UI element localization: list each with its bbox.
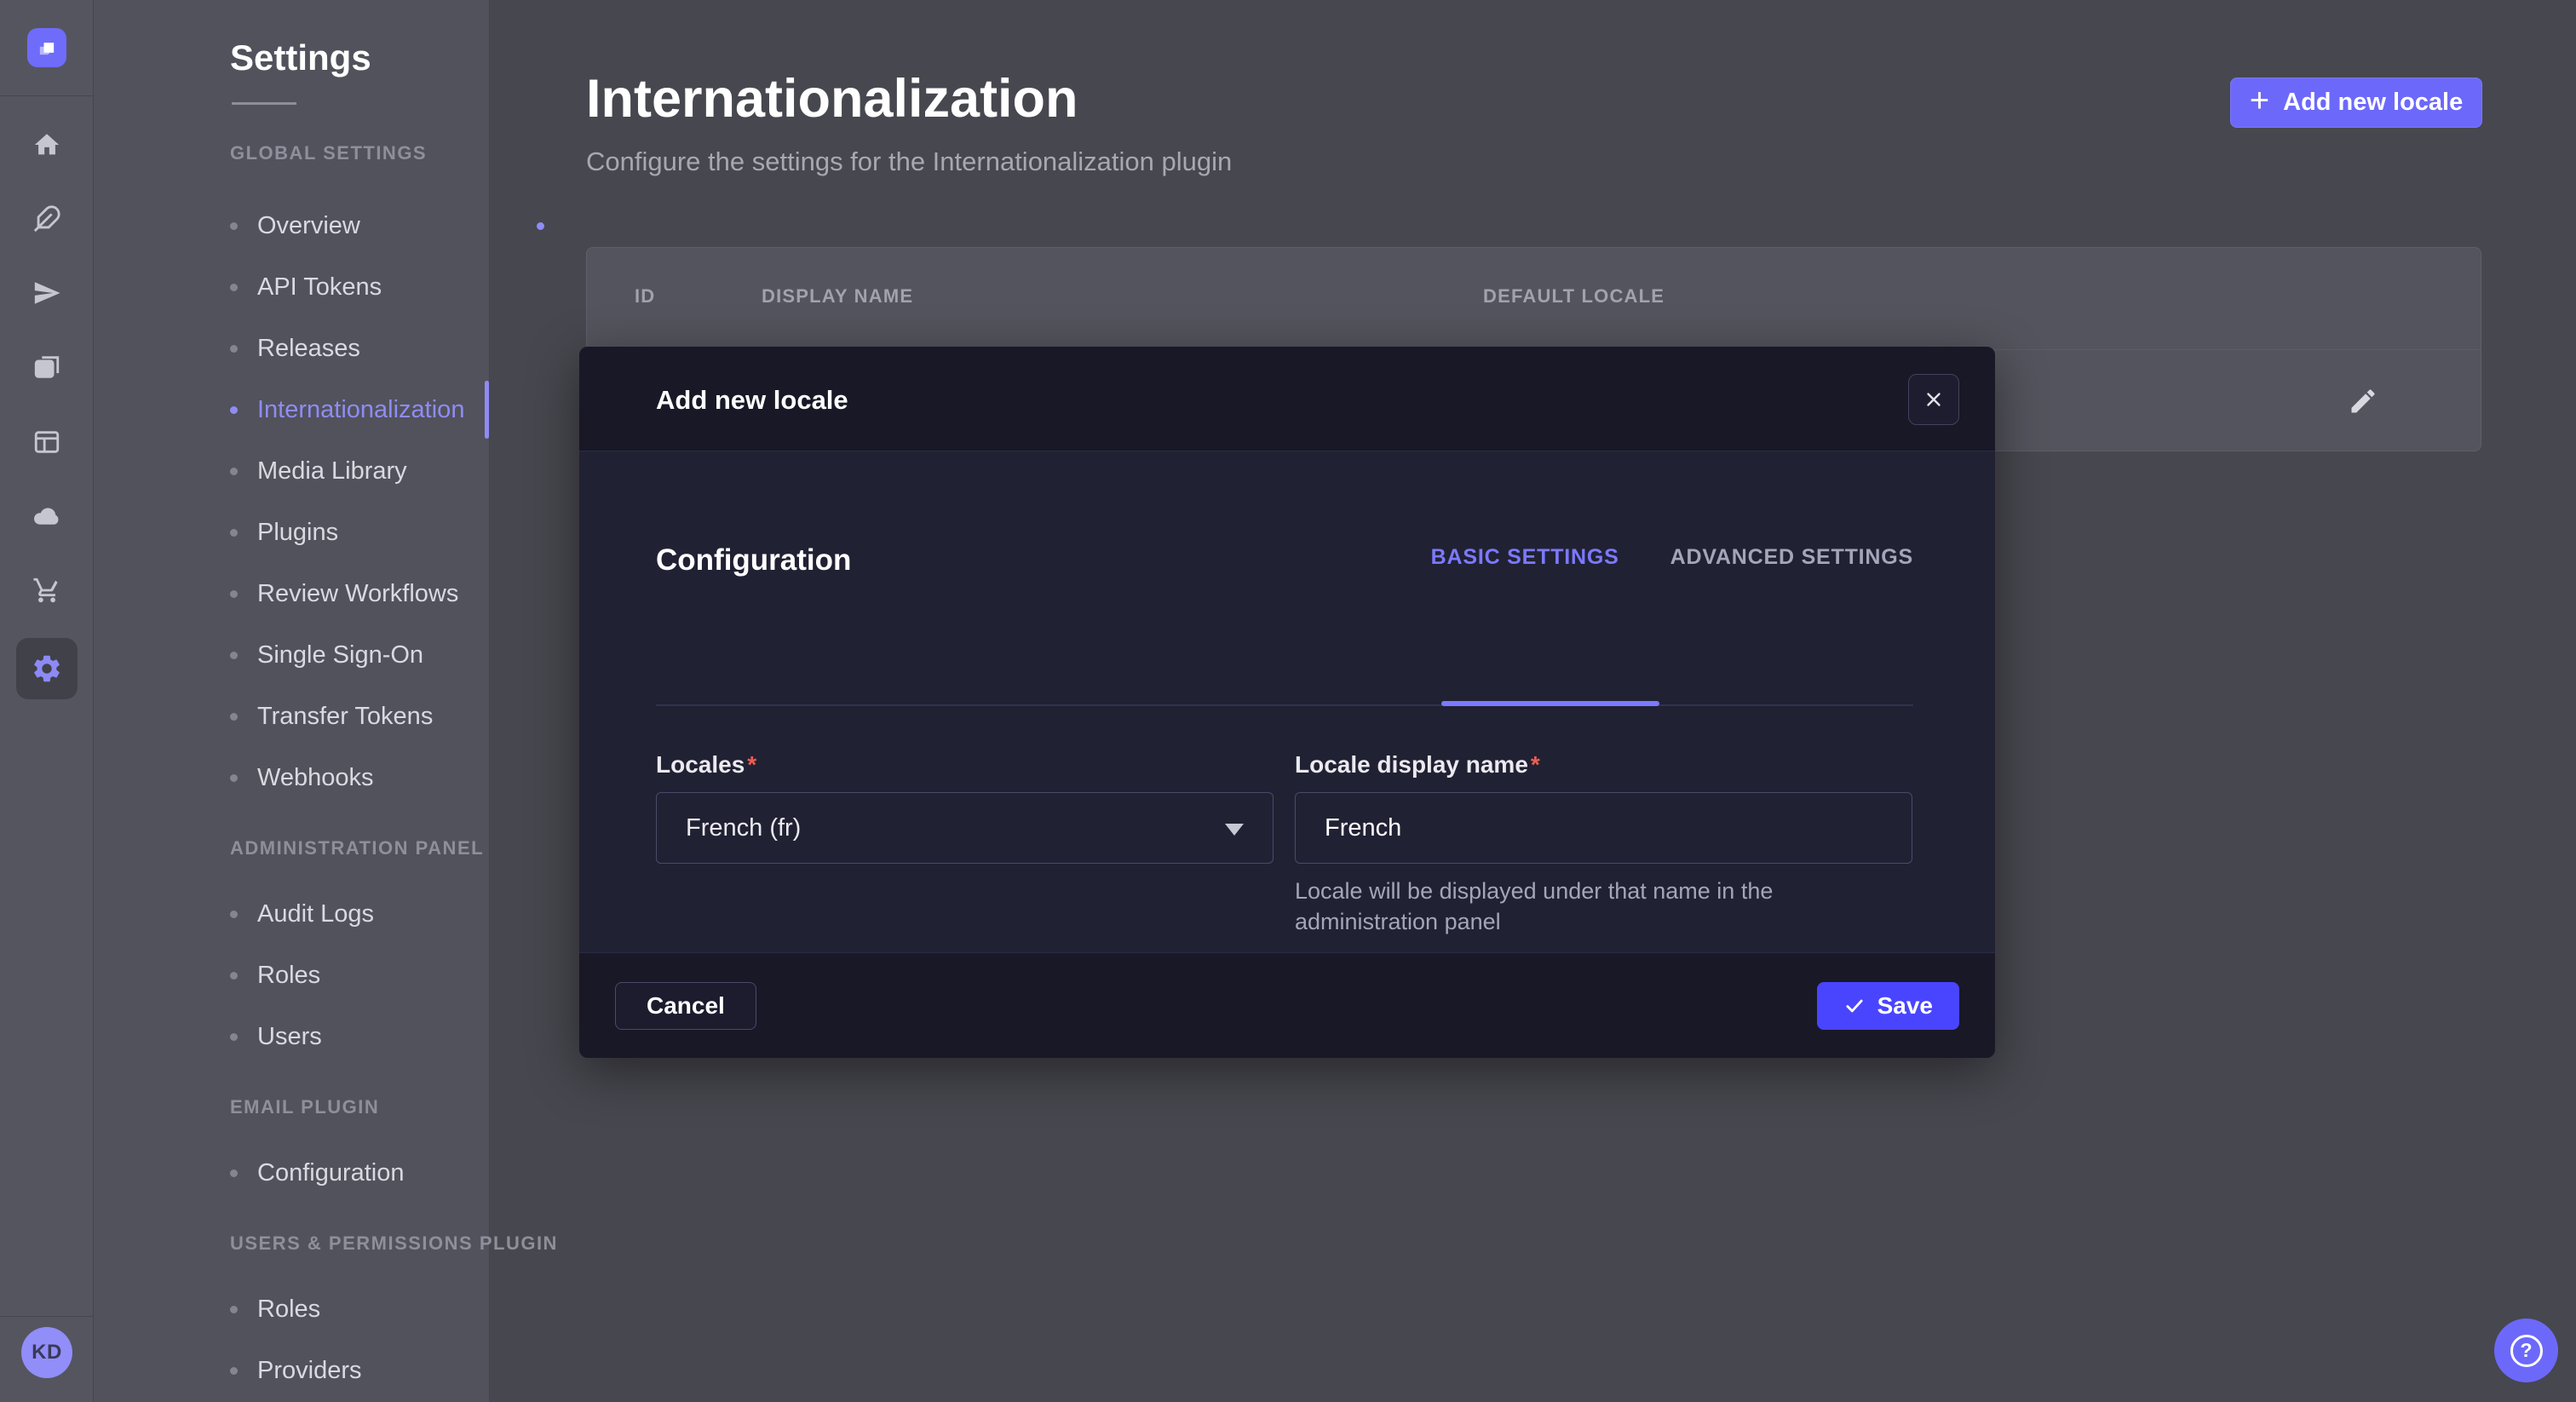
marketplace-cart-icon[interactable] bbox=[0, 565, 94, 616]
bullet-icon bbox=[230, 652, 238, 659]
strapi-admin-screen: KD Settings GLOBAL SETTINGS Overview API… bbox=[0, 0, 2576, 1402]
section-label: USERS & PERMISSIONS PLUGIN bbox=[230, 1231, 571, 1256]
display-name-hint: Locale will be displayed under that name… bbox=[1295, 876, 1912, 937]
page-subtitle: Configure the settings for the Internati… bbox=[586, 147, 1232, 177]
section-users-permissions-plugin: USERS & PERMISSIONS PLUGIN Roles Provide… bbox=[230, 1231, 571, 1401]
question-mark-icon: ? bbox=[2510, 1335, 2543, 1367]
content-type-builder-icon[interactable] bbox=[0, 193, 94, 244]
main-nav-rail: KD bbox=[0, 0, 94, 1402]
save-button[interactable]: Save bbox=[1817, 982, 1959, 1030]
tab-basic-settings[interactable]: BASIC SETTINGS bbox=[1431, 545, 1619, 570]
sidebar-item-overview[interactable]: Overview bbox=[230, 195, 571, 256]
sidebar-item-admin-roles[interactable]: Roles bbox=[230, 945, 571, 1006]
rail-divider bbox=[0, 95, 94, 96]
bullet-icon bbox=[230, 911, 238, 918]
section-email-plugin: EMAIL PLUGIN Configuration bbox=[230, 1095, 571, 1204]
display-name-field: Locale display name* Locale will be disp… bbox=[1295, 751, 1912, 937]
edit-pencil-icon[interactable] bbox=[2348, 386, 2378, 417]
bullet-icon bbox=[230, 345, 238, 353]
content-manager-icon[interactable] bbox=[0, 417, 94, 468]
modal-body: Configuration BASIC SETTINGS ADVANCED SE… bbox=[579, 451, 1995, 952]
bullet-icon bbox=[230, 1306, 238, 1313]
settings-icon-active[interactable] bbox=[16, 638, 78, 699]
bullet-icon bbox=[230, 468, 238, 475]
chevron-down-icon bbox=[1225, 824, 1244, 836]
tabs-divider bbox=[656, 704, 1913, 706]
modal-footer: Cancel Save bbox=[579, 952, 1995, 1058]
media-library-icon[interactable] bbox=[0, 342, 94, 393]
close-button[interactable] bbox=[1908, 374, 1959, 425]
bullet-icon bbox=[230, 972, 238, 980]
section-global-settings: GLOBAL SETTINGS Overview API Tokens Rele… bbox=[230, 141, 571, 808]
releases-icon[interactable] bbox=[0, 267, 94, 319]
locales-select-value: French (fr) bbox=[686, 814, 801, 842]
configuration-heading: Configuration bbox=[656, 543, 851, 577]
section-label: EMAIL PLUGIN bbox=[230, 1095, 571, 1120]
bullet-icon bbox=[230, 222, 238, 230]
active-item-indicator bbox=[485, 381, 489, 439]
sidebar-item-releases[interactable]: Releases bbox=[230, 318, 571, 379]
help-button[interactable]: ? bbox=[2494, 1319, 2558, 1382]
table-header-row: ID DISPLAY NAME DEFAULT LOCALE bbox=[587, 248, 2481, 350]
modal-title: Add new locale bbox=[656, 385, 848, 416]
home-icon[interactable] bbox=[0, 119, 94, 170]
required-asterisk: * bbox=[1531, 751, 1540, 778]
locales-select[interactable]: French (fr) bbox=[656, 792, 1274, 864]
sidebar-item-transfer-tokens[interactable]: Transfer Tokens bbox=[230, 686, 571, 747]
sidebar-item-webhooks[interactable]: Webhooks bbox=[230, 747, 571, 808]
sidebar-item-email-configuration[interactable]: Configuration bbox=[230, 1142, 571, 1204]
bullet-icon bbox=[230, 713, 238, 721]
bullet-icon bbox=[230, 1169, 238, 1177]
column-id: ID bbox=[635, 285, 655, 307]
cancel-button[interactable]: Cancel bbox=[615, 982, 756, 1030]
section-label: GLOBAL SETTINGS bbox=[230, 141, 571, 166]
avatar-initials: KD bbox=[32, 1341, 62, 1365]
locales-field: Locales* French (fr) bbox=[656, 751, 1274, 864]
active-tab-underline bbox=[1441, 701, 1659, 706]
deploy-cloud-icon[interactable] bbox=[0, 491, 94, 542]
check-icon bbox=[1843, 995, 1866, 1017]
display-name-label: Locale display name* bbox=[1295, 751, 1912, 785]
sidebar-item-users[interactable]: Users bbox=[230, 1006, 571, 1067]
strapi-logo-icon[interactable] bbox=[27, 28, 66, 67]
sidebar-item-up-roles[interactable]: Roles bbox=[230, 1278, 571, 1340]
bullet-icon bbox=[230, 529, 238, 537]
sidebar-item-plugins[interactable]: Plugins bbox=[230, 502, 571, 563]
close-icon bbox=[1923, 388, 1945, 411]
sidebar-title: Settings bbox=[230, 37, 371, 78]
bullet-icon bbox=[230, 590, 238, 598]
sidebar-item-audit-logs[interactable]: Audit Logs bbox=[230, 883, 571, 945]
display-name-input-wrap bbox=[1295, 792, 1912, 864]
add-locale-modal: Add new locale Configuration BASIC SETTI… bbox=[579, 347, 1995, 1058]
display-name-input[interactable] bbox=[1325, 814, 1883, 842]
sidebar-item-internationalization[interactable]: Internationalization bbox=[230, 379, 571, 440]
bullet-icon bbox=[230, 1033, 238, 1041]
sidebar-item-providers[interactable]: Providers bbox=[230, 1340, 571, 1401]
section-label: ADMINISTRATION PANEL bbox=[230, 836, 571, 861]
column-default-locale: DEFAULT LOCALE bbox=[1483, 285, 1665, 307]
bullet-icon bbox=[230, 774, 238, 782]
modal-header: Add new locale bbox=[579, 347, 1995, 451]
settings-sidebar: Settings GLOBAL SETTINGS Overview API To… bbox=[94, 0, 490, 1402]
sidebar-item-api-tokens[interactable]: API Tokens bbox=[230, 256, 571, 318]
sidebar-item-single-sign-on[interactable]: Single Sign-On bbox=[230, 624, 571, 686]
plus-icon: + bbox=[2250, 83, 2269, 118]
sidebar-item-review-workflows[interactable]: Review Workflows bbox=[230, 563, 571, 624]
bullet-icon bbox=[230, 406, 238, 414]
user-avatar[interactable]: KD bbox=[21, 1327, 72, 1378]
bullet-icon bbox=[230, 1367, 238, 1375]
add-new-locale-button[interactable]: + Add new locale bbox=[2230, 78, 2482, 128]
notification-dot bbox=[537, 222, 544, 230]
locales-label: Locales* bbox=[656, 751, 1274, 785]
settings-tabs: BASIC SETTINGS ADVANCED SETTINGS bbox=[1431, 545, 1913, 570]
section-administration-panel: ADMINISTRATION PANEL Audit Logs Roles Us… bbox=[230, 836, 571, 1067]
required-asterisk: * bbox=[747, 751, 756, 778]
page-title: Internationalization bbox=[586, 68, 1078, 129]
rail-bottom-divider bbox=[0, 1316, 94, 1317]
bullet-icon bbox=[230, 284, 238, 291]
sidebar-item-media-library[interactable]: Media Library bbox=[230, 440, 571, 502]
column-display-name: DISPLAY NAME bbox=[762, 285, 913, 307]
title-underline bbox=[232, 102, 296, 105]
tab-advanced-settings[interactable]: ADVANCED SETTINGS bbox=[1670, 545, 1913, 570]
